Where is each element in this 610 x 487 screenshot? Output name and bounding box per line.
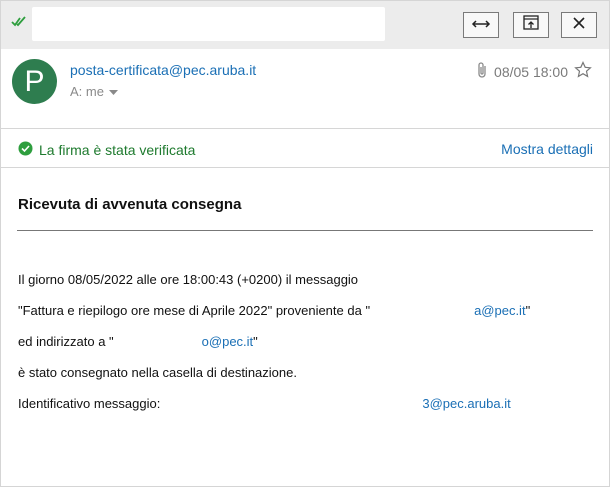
sender-address-link[interactable]: a@pec.it [474,303,526,318]
open-window-icon [522,14,540,36]
show-details-link[interactable]: Mostra dettagli [501,141,593,157]
message-body: Il giorno 08/05/2022 alle ore 18:00:43 (… [18,256,530,428]
subject-field[interactable] [32,7,385,41]
star-icon[interactable] [574,61,592,82]
body-line-date: Il giorno 08/05/2022 alle ore 18:00:43 (… [18,271,359,287]
chevron-down-icon [108,84,118,99]
signature-status-text: La firma è stata verificata [39,142,196,158]
toolbar [1,1,609,49]
sender-email[interactable]: posta-certificata@pec.aruba.it [70,62,256,78]
recipients-label: A: me [70,84,104,99]
divider [1,128,609,129]
check-circle-icon [18,141,33,159]
title-rule [17,230,593,231]
body-line-subject: "Fattura e riepilogo ore mese di Aprile … [18,302,531,318]
open-window-button[interactable] [513,12,549,38]
expand-arrows-icon [471,16,491,34]
message-title: Ricevuta di avvenuta consegna [18,196,242,213]
divider [1,167,609,168]
body-line-recipient: ed indirizzato a " o@pec.it" [18,333,258,349]
expand-button[interactable] [463,12,499,38]
recipients-toggle[interactable]: A: me [70,84,118,99]
message-meta: 08/05 18:00 [476,61,592,82]
close-button[interactable] [561,12,597,38]
recipient-address-link[interactable]: o@pec.it [202,334,254,349]
signature-status: La firma è stata verificata [18,141,195,159]
message-date: 08/05 18:00 [494,63,568,80]
double-check-icon [11,14,27,32]
close-icon [573,16,585,34]
body-line-delivered: è stato consegnato nella casella di dest… [18,365,297,381]
body-line-identifier: Identificativo messaggio: 3@pec.aruba.it [18,396,511,412]
avatar: P [12,59,57,104]
message-id-link[interactable]: 3@pec.aruba.it [422,396,510,411]
attachment-icon [476,61,488,82]
